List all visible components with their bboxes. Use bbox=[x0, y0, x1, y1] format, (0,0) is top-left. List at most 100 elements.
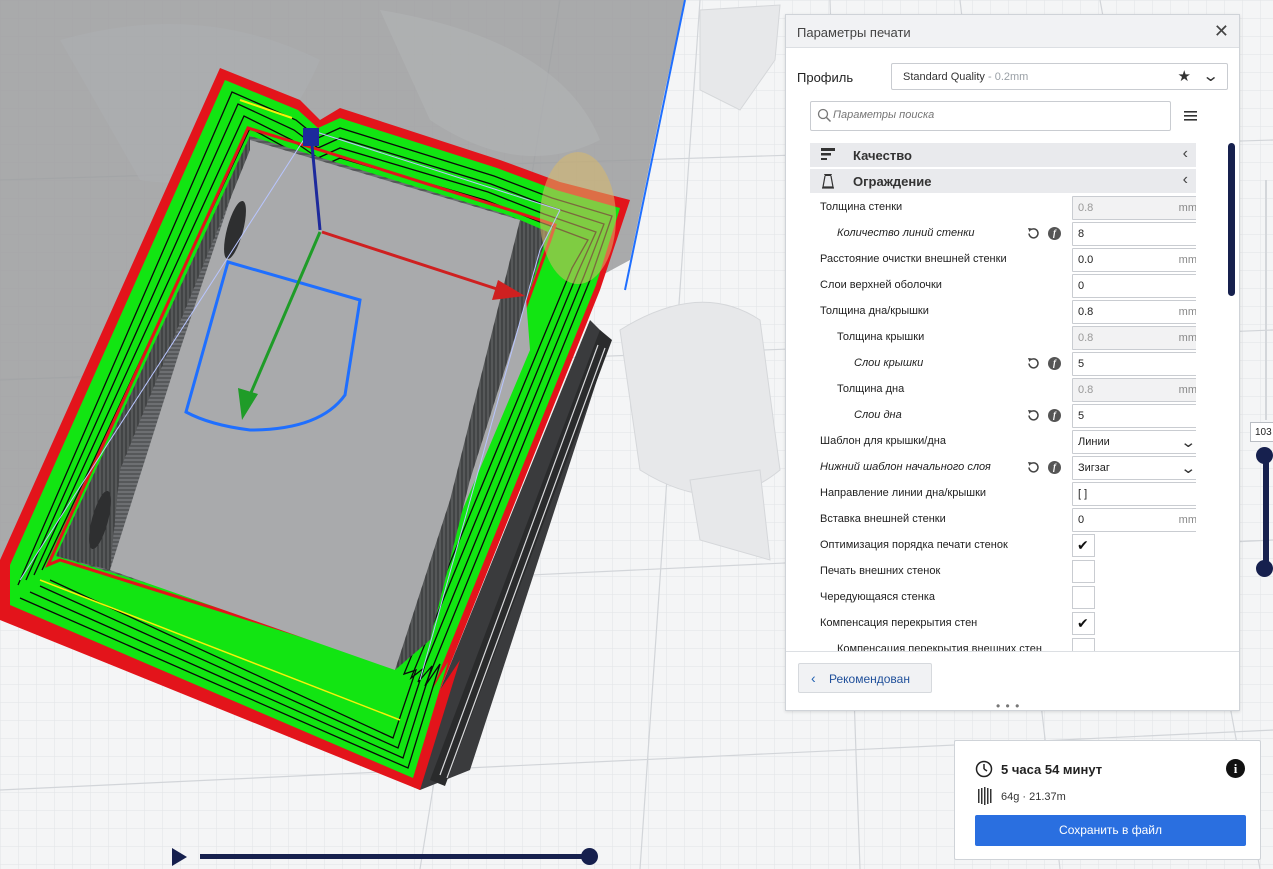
setting-value: 8 bbox=[1078, 228, 1085, 240]
setting-row: Печать внешних стенок bbox=[810, 559, 1196, 585]
setting-dropdown[interactable]: Зигзаг ⌄ bbox=[1072, 456, 1196, 480]
spool-icon bbox=[978, 787, 992, 805]
save-to-file-button[interactable]: Сохранить в файл bbox=[975, 815, 1246, 846]
function-icon[interactable]: f bbox=[1048, 357, 1061, 370]
print-settings-panel: Параметры печати ✕ Профиль Standard Qual… bbox=[785, 14, 1240, 713]
settings-search[interactable] bbox=[810, 101, 1171, 131]
checkmark-icon: ✔ bbox=[1077, 537, 1089, 553]
category-label: Качество bbox=[853, 148, 912, 163]
quality-icon bbox=[821, 148, 835, 160]
menu-icon[interactable] bbox=[1184, 110, 1197, 122]
setting-row: Шаблон для крышки/дна Линии ⌄ bbox=[810, 429, 1196, 455]
chevron-left-icon: ‹ bbox=[1182, 171, 1188, 188]
clock-icon bbox=[975, 760, 993, 778]
layer-slider-top-handle[interactable] bbox=[1256, 447, 1273, 464]
settings-list[interactable]: Толщина стенки 0.8 mm Количество линий стен… bbox=[810, 195, 1196, 651]
panel-header: Параметры печати ✕ bbox=[786, 15, 1239, 48]
setting-dropdown[interactable]: Линии ⌄ bbox=[1072, 430, 1196, 454]
play-icon[interactable] bbox=[172, 848, 187, 866]
info-icon[interactable]: i bbox=[1226, 759, 1245, 778]
setting-unit: mm bbox=[1178, 254, 1196, 266]
profile-layer-height: - 0.2mm bbox=[984, 71, 1029, 83]
setting-label: Количество линий стенки bbox=[837, 227, 975, 239]
setting-input[interactable]: 0.8 mm bbox=[1072, 300, 1196, 324]
selection-highlight bbox=[540, 152, 616, 284]
function-icon[interactable]: f bbox=[1048, 409, 1061, 422]
profile-dropdown[interactable]: Standard Quality - 0.2mm ★ ⌄ bbox=[891, 63, 1228, 90]
setting-row: Расстояние очистки внешней стенки 0.0 mm bbox=[810, 247, 1196, 273]
chevron-down-icon: ⌄ bbox=[1180, 434, 1196, 451]
layer-slider-track[interactable] bbox=[1265, 180, 1267, 420]
profile-name-main: Standard Quality bbox=[903, 71, 985, 83]
setting-row: Слои дна f 5 bbox=[810, 403, 1196, 429]
setting-input[interactable]: 0 bbox=[1072, 274, 1196, 298]
setting-input[interactable]: 0.8 mm bbox=[1072, 196, 1196, 220]
setting-checkbox[interactable] bbox=[1072, 638, 1095, 651]
setting-label: Толщина крышки bbox=[837, 331, 925, 343]
setting-value: 0.8 bbox=[1078, 306, 1094, 318]
setting-input[interactable]: 0.8 mm bbox=[1072, 326, 1196, 350]
setting-unit: mm bbox=[1178, 384, 1196, 396]
setting-input[interactable]: 5 bbox=[1072, 352, 1196, 376]
setting-label: Толщина дна bbox=[837, 383, 905, 395]
layer-slider-range[interactable] bbox=[1263, 455, 1269, 570]
function-icon[interactable]: f bbox=[1048, 461, 1061, 474]
search-input[interactable] bbox=[833, 109, 1163, 121]
setting-label: Шаблон для крышки/дна bbox=[820, 435, 946, 447]
panel-resize-handle[interactable]: • • • bbox=[996, 699, 1020, 713]
profile-label: Профиль bbox=[797, 70, 854, 85]
function-icon[interactable]: f bbox=[1048, 227, 1061, 240]
recommended-button[interactable]: ‹ Рекомендован bbox=[798, 663, 932, 693]
setting-label: Слои крышки bbox=[854, 357, 924, 369]
setting-row: Вставка внешней стенки 0 mm bbox=[810, 507, 1196, 533]
setting-input[interactable]: [ ] bbox=[1072, 482, 1196, 506]
category-walls[interactable]: Ограждение ‹ bbox=[810, 169, 1196, 193]
category-quality[interactable]: Качество ‹ bbox=[810, 143, 1196, 167]
setting-checkbox[interactable]: ✔ bbox=[1072, 534, 1095, 557]
setting-label: Направление линии дна/крышки bbox=[820, 487, 987, 499]
setting-row: Толщина стенки 0.8 mm bbox=[810, 195, 1196, 221]
setting-value: 5 bbox=[1078, 358, 1085, 370]
print-time: 5 часа 54 минут bbox=[1001, 762, 1103, 777]
reset-icon[interactable] bbox=[1026, 460, 1041, 475]
star-icon[interactable]: ★ bbox=[1178, 67, 1191, 85]
setting-label: Толщина стенки bbox=[820, 201, 903, 213]
setting-row: Чередующаяся стенка bbox=[810, 585, 1196, 611]
close-icon[interactable]: ✕ bbox=[1214, 21, 1229, 42]
setting-row: Нижний шаблон начального слоя f Зигзаг ⌄ bbox=[810, 455, 1196, 481]
setting-checkbox[interactable] bbox=[1072, 560, 1095, 583]
setting-input[interactable]: 0.8 mm bbox=[1072, 378, 1196, 402]
setting-row: Толщина дна 0.8 mm bbox=[810, 377, 1196, 403]
setting-unit: mm bbox=[1178, 202, 1196, 214]
reset-icon[interactable] bbox=[1026, 356, 1041, 371]
layer-slider-bottom-handle[interactable] bbox=[1256, 560, 1273, 577]
setting-label: Оптимизация порядка печати стенок bbox=[820, 539, 1008, 551]
setting-value: 0 bbox=[1078, 280, 1085, 292]
setting-input[interactable]: 5 bbox=[1072, 404, 1196, 428]
setting-input[interactable]: 0.0 mm bbox=[1072, 248, 1196, 272]
setting-checkbox[interactable]: ✔ bbox=[1072, 612, 1095, 635]
setting-unit: mm bbox=[1178, 306, 1196, 318]
material-usage: 64g · 21.37m bbox=[1001, 791, 1066, 803]
setting-value: Зигзаг bbox=[1078, 462, 1110, 474]
chevron-left-icon: ‹ bbox=[1182, 145, 1188, 162]
setting-label: Компенсация перекрытия стен bbox=[820, 617, 978, 629]
playback-slider-track[interactable] bbox=[200, 854, 590, 859]
setting-value: [ ] bbox=[1078, 488, 1088, 500]
settings-scrollbar[interactable] bbox=[1228, 143, 1235, 296]
print-info-card: 5 часа 54 минут i 64g · 21.37m Сохранить… bbox=[954, 740, 1261, 860]
recommended-label: Рекомендован bbox=[829, 672, 910, 686]
layer-number-label[interactable]: 103 bbox=[1250, 422, 1273, 442]
reset-icon[interactable] bbox=[1026, 226, 1041, 241]
category-label: Ограждение bbox=[853, 174, 932, 189]
setting-input[interactable]: 0 mm bbox=[1072, 508, 1196, 532]
profile-name: Standard Quality - 0.2mm bbox=[903, 71, 1028, 83]
setting-input[interactable]: 8 bbox=[1072, 222, 1196, 246]
reset-icon[interactable] bbox=[1026, 408, 1041, 423]
playback-slider-handle[interactable] bbox=[581, 848, 598, 865]
3d-viewport[interactable]: Параметры печати ✕ Профиль Standard Qual… bbox=[0, 0, 1273, 869]
chevron-down-icon: ⌄ bbox=[1180, 460, 1196, 477]
setting-value: 0.8 bbox=[1078, 202, 1094, 214]
setting-checkbox[interactable] bbox=[1072, 586, 1095, 609]
checkmark-icon: ✔ bbox=[1077, 615, 1089, 631]
